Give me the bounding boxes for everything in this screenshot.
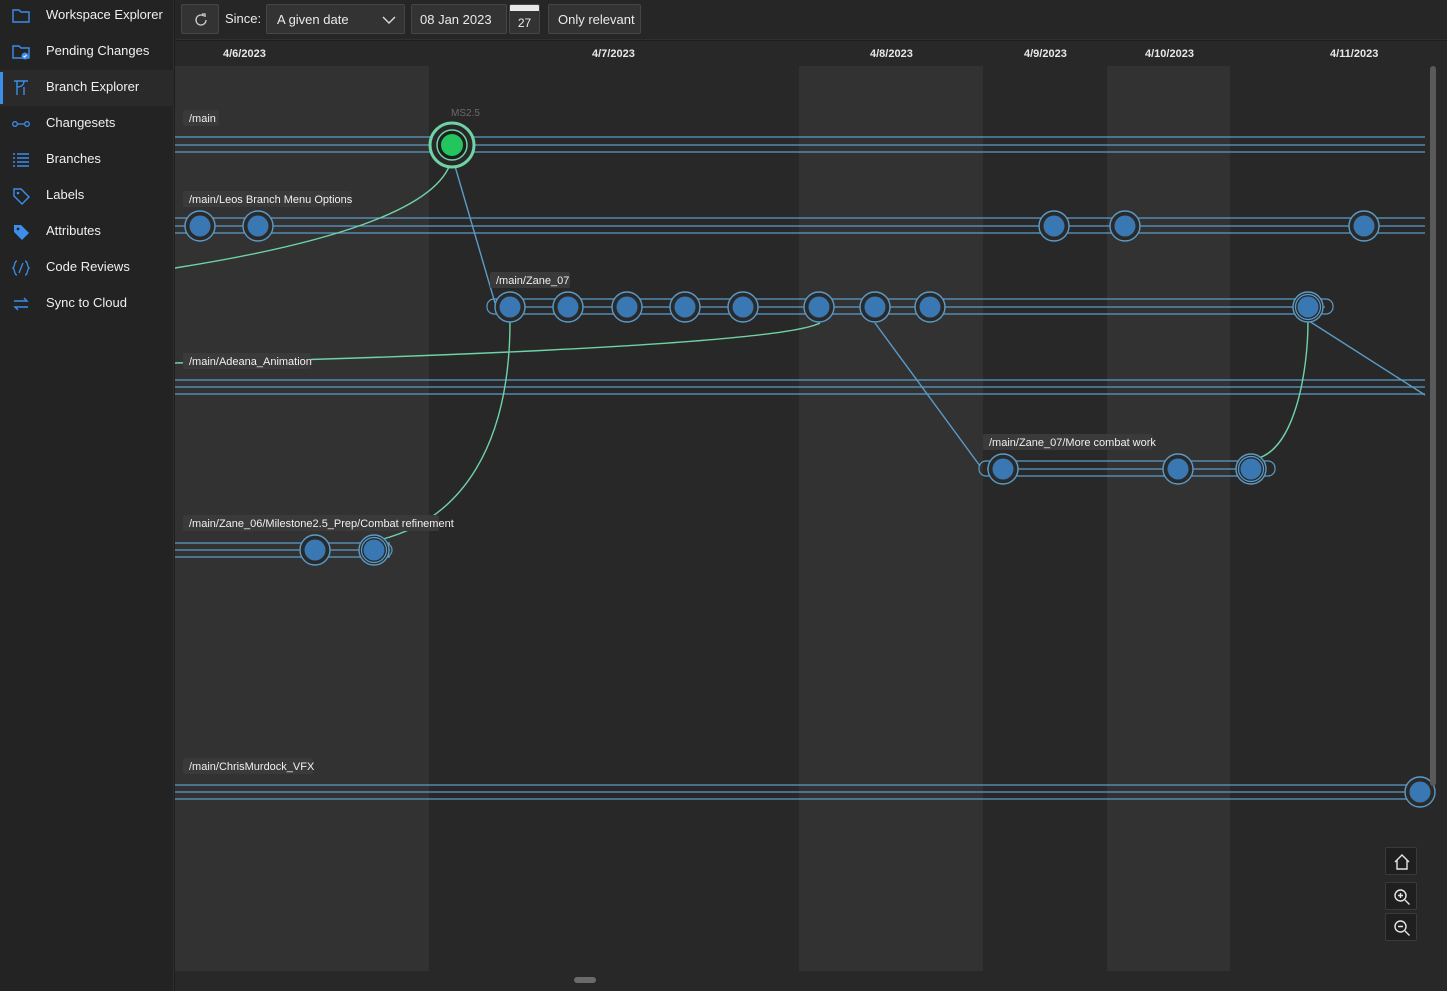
zoom-in-icon — [1394, 889, 1410, 905]
changeset-node[interactable] — [611, 291, 643, 323]
nav-label: Workspace Explorer — [46, 7, 163, 22]
changeset-node[interactable] — [727, 291, 759, 323]
branches-list-icon — [11, 150, 31, 170]
branch-name: /main/ChrisMurdock_VFX — [189, 761, 315, 773]
branch-tag-adeana[interactable]: /main/Adeana_Animation — [183, 353, 312, 369]
branch-name: /main/Zane_07/More combat work — [989, 437, 1156, 449]
folder-icon — [11, 6, 31, 26]
changesets-icon — [11, 114, 31, 134]
home-button[interactable] — [1385, 847, 1417, 875]
changeset-node[interactable] — [1038, 210, 1070, 242]
changeset-node[interactable] — [1162, 453, 1194, 485]
date-label: 4/10/2023 — [1145, 48, 1194, 60]
branch-name: /main/Adeana_Animation — [189, 356, 312, 368]
branch-explorer-graph[interactable]: 4/6/2023 4/7/2023 4/8/2023 4/9/2023 4/10… — [175, 41, 1447, 991]
nav-attributes[interactable]: Attributes — [0, 214, 174, 250]
code-review-icon — [11, 258, 31, 278]
date-label: 4/9/2023 — [1024, 48, 1067, 60]
zoom-out-button[interactable] — [1385, 913, 1417, 941]
date-label: 4/8/2023 — [870, 48, 913, 60]
branch-tag-zane07[interactable]: /main/Zane_07 — [490, 272, 570, 288]
vertical-scrollbar[interactable] — [1430, 66, 1436, 786]
changeset-node[interactable] — [184, 210, 216, 242]
only-relevant-label: Only relevant — [558, 12, 635, 27]
branch-explorer-icon — [11, 78, 31, 98]
branch-tag-chris-vfx[interactable]: /main/ChrisMurdock_VFX — [183, 758, 315, 774]
changeset-node[interactable] — [552, 291, 584, 323]
calendar-icon — [510, 5, 539, 11]
zoom-out-icon — [1394, 920, 1410, 936]
horizontal-scrollbar[interactable] — [574, 977, 596, 983]
branch-tag-leos[interactable]: /main/Leos Branch Menu Options — [183, 191, 353, 207]
changeset-node[interactable] — [299, 534, 331, 566]
calendar-button[interactable]: 27 — [509, 4, 540, 34]
changeset-node[interactable] — [1109, 210, 1141, 242]
nav-label: Branch Explorer — [46, 79, 140, 94]
attributes-icon — [11, 222, 31, 242]
nav-label: Branches — [46, 151, 101, 166]
branch-name: /main/Zane_06/Milestone2.5_Prep/Combat r… — [189, 518, 454, 530]
changeset-node[interactable] — [1348, 210, 1380, 242]
home-icon — [1394, 854, 1410, 870]
current-changeset-node[interactable] — [428, 121, 476, 169]
nav-label: Code Reviews — [46, 259, 130, 274]
branch-tag-combat-work[interactable]: /main/Zane_07/More combat work — [983, 434, 1156, 450]
pending-changes-icon — [11, 42, 31, 62]
changeset-node[interactable] — [242, 210, 274, 242]
label-ms25: MS2.5 — [451, 108, 480, 119]
since-dropdown[interactable]: A given date — [266, 4, 405, 34]
date-input[interactable]: 08 Jan 2023 — [411, 4, 507, 34]
nav-label: Attributes — [46, 223, 101, 238]
calendar-day: 27 — [517, 16, 532, 30]
date-label: 4/7/2023 — [592, 48, 635, 60]
zoom-in-button[interactable] — [1385, 882, 1417, 910]
changeset-node[interactable] — [669, 291, 701, 323]
changeset-node[interactable] — [494, 291, 526, 323]
nav-labels[interactable]: Labels — [0, 178, 174, 214]
nav-sync-to-cloud[interactable]: Sync to Cloud — [0, 286, 174, 322]
nav-workspace-explorer[interactable]: Workspace Explorer — [0, 0, 174, 34]
refresh-icon — [195, 13, 207, 26]
nav-pending-changes[interactable]: Pending Changes — [0, 34, 174, 70]
changeset-node[interactable] — [859, 291, 891, 323]
changeset-node[interactable] — [803, 291, 835, 323]
changeset-node[interactable] — [987, 453, 1019, 485]
changeset-node[interactable] — [914, 291, 946, 323]
date-input-value: 08 Jan 2023 — [420, 12, 492, 27]
nav-code-reviews[interactable]: Code Reviews — [0, 250, 174, 286]
changeset-node[interactable] — [358, 534, 390, 566]
date-label: 4/6/2023 — [223, 48, 266, 60]
chevron-down-icon — [382, 16, 396, 24]
sync-icon — [11, 294, 31, 314]
only-relevant-button[interactable]: Only relevant — [548, 4, 641, 34]
branch-name: /main — [189, 113, 216, 125]
since-label: Since: — [225, 11, 262, 26]
sidebar: Workspace Explorer Pending Changes Branc… — [0, 0, 174, 991]
refresh-button[interactable] — [181, 4, 219, 34]
since-dropdown-value: A given date — [277, 12, 349, 27]
nav-label: Changesets — [46, 115, 116, 130]
toolbar: Since: A given date 08 Jan 2023 27 Only … — [175, 0, 1447, 40]
changeset-node[interactable] — [1235, 453, 1267, 485]
nav-label: Labels — [46, 187, 85, 202]
tag-icon — [11, 186, 31, 206]
branch-name: /main/Leos Branch Menu Options — [189, 194, 353, 206]
nav-branches[interactable]: Branches — [0, 142, 174, 178]
branch-name: /main/Zane_07 — [496, 275, 569, 287]
date-label: 4/11/2023 — [1330, 48, 1378, 60]
nav-changesets[interactable]: Changesets — [0, 106, 174, 142]
nav-branch-explorer[interactable]: Branch Explorer — [0, 70, 174, 106]
branch-tag-main[interactable]: /main — [183, 110, 219, 126]
nav-label: Sync to Cloud — [46, 295, 127, 310]
changeset-node[interactable] — [1292, 291, 1324, 323]
nav-label: Pending Changes — [46, 43, 150, 58]
branch-tag-combat-refinement[interactable]: /main/Zane_06/Milestone2.5_Prep/Combat r… — [183, 515, 454, 531]
